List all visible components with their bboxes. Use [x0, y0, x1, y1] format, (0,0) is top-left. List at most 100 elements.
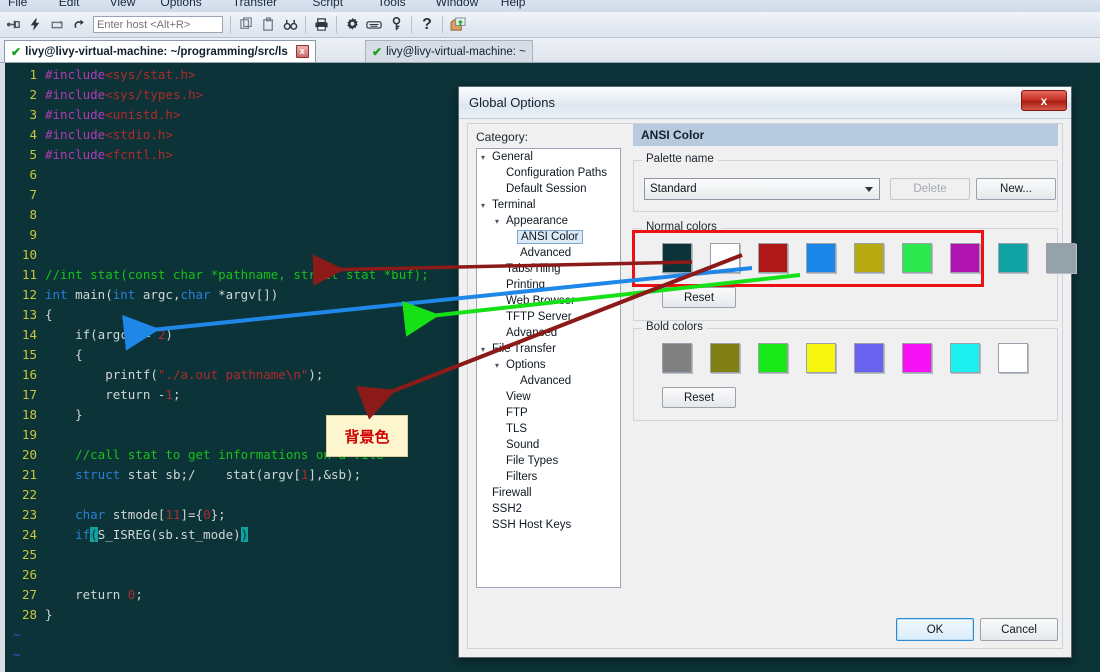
tree-item-view[interactable]: View — [477, 389, 620, 405]
palette-select[interactable]: Standard — [644, 178, 880, 200]
expander-icon[interactable]: ▾ — [495, 217, 506, 226]
bold-color-swatch-7[interactable] — [998, 343, 1028, 373]
code-token: //int stat(const char *pathname, struct … — [45, 267, 429, 282]
code-token: "./a.out pathname\n" — [157, 367, 309, 382]
code-token: <sys/stat.h> — [105, 67, 196, 82]
tree-item-default-session[interactable]: Default Session — [477, 181, 620, 197]
tree-item-web-browser[interactable]: Web Browser — [477, 293, 620, 309]
code-token: ],&sb); — [308, 467, 362, 482]
expander-icon[interactable]: ▾ — [495, 361, 506, 370]
bold-color-swatch-5[interactable] — [902, 343, 932, 373]
tree-item-ftp[interactable]: FTP — [477, 405, 620, 421]
normal-color-swatch-1[interactable] — [710, 243, 740, 273]
line-number: 20 — [21, 447, 37, 462]
bold-color-swatch-6[interactable] — [950, 343, 980, 373]
menu-item-file[interactable]: File — [8, 0, 27, 9]
code-token: ( — [90, 527, 98, 542]
transfer-icon[interactable] — [447, 14, 469, 36]
bold-color-swatch-4[interactable] — [854, 343, 884, 373]
tree-item-advanced[interactable]: Advanced — [477, 373, 620, 389]
normal-color-swatch-6[interactable] — [950, 243, 980, 273]
print-icon[interactable] — [310, 14, 332, 36]
terminal-scrollbar[interactable] — [1078, 63, 1100, 672]
tree-item-printing[interactable]: Printing — [477, 277, 620, 293]
menu-item-edit[interactable]: Edit — [59, 0, 80, 9]
normal-color-swatch-7[interactable] — [998, 243, 1028, 273]
expander-icon[interactable]: ▾ — [481, 201, 492, 210]
cancel-button[interactable]: Cancel — [980, 618, 1058, 641]
bold-color-swatch-3[interactable] — [806, 343, 836, 373]
tree-item-advanced[interactable]: Advanced — [477, 325, 620, 341]
tree-item-advanced[interactable]: Advanced — [477, 245, 620, 261]
tree-item-appearance[interactable]: ▾ Appearance — [477, 213, 620, 229]
connected-check-icon: ✔ — [372, 44, 383, 59]
host-input[interactable] — [93, 16, 223, 33]
normal-color-swatch-2[interactable] — [758, 243, 788, 273]
reset-bold-colors-button[interactable]: Reset — [662, 387, 736, 408]
tree-item-ssh-host-keys[interactable]: SSH Host Keys — [477, 517, 620, 533]
tree-item-label: General — [492, 151, 533, 163]
tab-session-home[interactable]: ✔ livy@livy-virtual-machine: ~ — [365, 40, 533, 62]
tree-item-sound[interactable]: Sound — [477, 437, 620, 453]
tree-item-ssh2[interactable]: SSH2 — [477, 501, 620, 517]
palette-name-group: Palette name Standard Delete New... — [633, 153, 1058, 212]
bold-color-swatch-2[interactable] — [758, 343, 788, 373]
bold-color-swatch-1[interactable] — [710, 343, 740, 373]
expander-icon[interactable]: ▾ — [481, 345, 492, 354]
menu-item-script[interactable]: Script — [312, 0, 343, 9]
code-token: if(argc != — [45, 327, 158, 342]
menu-item-tools[interactable]: Tools — [378, 0, 406, 9]
new-palette-button[interactable]: New... — [976, 178, 1056, 200]
tab-session-ls[interactable]: ✔ livy@livy-virtual-machine: ~/programmi… — [4, 40, 316, 62]
normal-color-swatch-8[interactable] — [1046, 243, 1076, 273]
tree-item-tls[interactable]: TLS — [477, 421, 620, 437]
code-token: } — [45, 407, 83, 422]
tree-item-label: FTP — [506, 407, 528, 419]
menu-item-help[interactable]: Help — [501, 0, 526, 9]
gear-icon[interactable] — [341, 14, 363, 36]
close-icon[interactable]: x — [1021, 90, 1067, 111]
tree-item-firewall[interactable]: Firewall — [477, 485, 620, 501]
bold-color-swatch-0[interactable] — [662, 343, 692, 373]
normal-color-swatch-3[interactable] — [806, 243, 836, 273]
tree-item-ansi-color[interactable]: ANSI Color — [477, 229, 620, 245]
keyboard-icon[interactable] — [363, 14, 385, 36]
tree-item-configuration-paths[interactable]: Configuration Paths — [477, 165, 620, 181]
menu-item-transfer[interactable]: Transfer — [233, 0, 277, 9]
expander-icon[interactable]: ▾ — [481, 153, 492, 162]
tree-item-general[interactable]: ▾ General — [477, 149, 620, 165]
tree-item-options[interactable]: ▾ Options — [477, 357, 620, 373]
tree-item-tabs-tiling[interactable]: Tabs/Tiling — [477, 261, 620, 277]
menu-item-options[interactable]: Options — [160, 0, 201, 9]
code-token: char — [45, 507, 106, 522]
tree-item-file-transfer[interactable]: ▾ File Transfer — [477, 341, 620, 357]
quick-connect-icon[interactable] — [24, 14, 46, 36]
disconnect-icon[interactable] — [68, 14, 90, 36]
reconnect-icon[interactable] — [46, 14, 68, 36]
copy-icon[interactable] — [235, 14, 257, 36]
tree-item-file-types[interactable]: File Types — [477, 453, 620, 469]
category-tree[interactable]: ▾ General Configuration Paths Default Sessi… — [476, 148, 621, 588]
normal-color-swatch-0[interactable] — [662, 243, 692, 273]
tree-item-terminal[interactable]: ▾ Terminal — [477, 197, 620, 213]
normal-color-swatch-4[interactable] — [854, 243, 884, 273]
code-token: ) — [240, 527, 249, 542]
dialog-title-bar[interactable]: Global Options x — [459, 87, 1071, 119]
key-icon[interactable] — [385, 14, 407, 36]
delete-palette-button[interactable]: Delete — [890, 178, 970, 200]
connect-icon[interactable] — [2, 14, 24, 36]
normal-color-swatch-5[interactable] — [902, 243, 932, 273]
tree-item-label: TLS — [506, 423, 528, 435]
tree-item-label: ANSI Color — [517, 230, 583, 244]
close-icon[interactable]: x — [295, 45, 309, 58]
menu-item-view[interactable]: View — [110, 0, 136, 9]
find-icon[interactable] — [279, 14, 301, 36]
line-number: 14 — [21, 327, 37, 342]
tree-item-filters[interactable]: Filters — [477, 469, 620, 485]
ok-button[interactable]: OK — [896, 618, 974, 641]
reset-normal-colors-button[interactable]: Reset — [662, 287, 736, 308]
tree-item-tftp-server[interactable]: TFTP Server — [477, 309, 620, 325]
help-icon[interactable]: ? — [416, 14, 438, 36]
menu-item-window[interactable]: Window — [436, 0, 479, 9]
paste-icon[interactable] — [257, 14, 279, 36]
